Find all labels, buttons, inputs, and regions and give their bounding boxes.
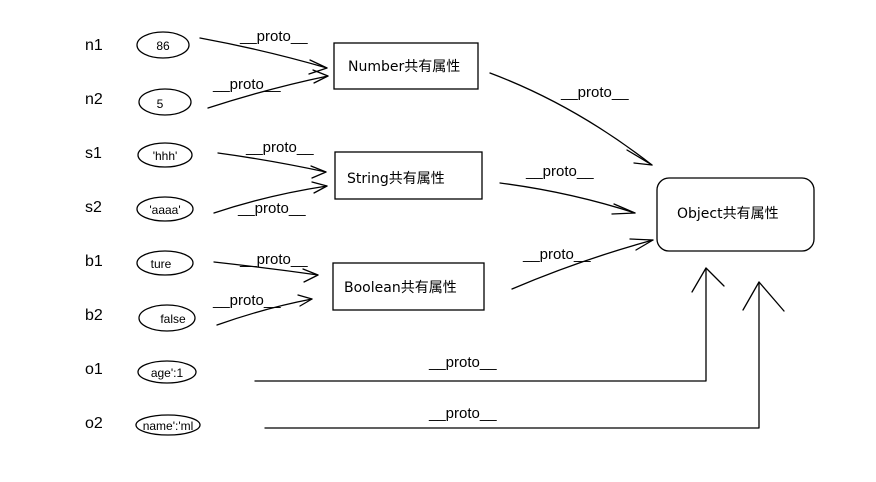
number-prototype-label: Number共有属性 <box>348 59 460 75</box>
proto-label-string-object: __proto__ <box>525 163 594 180</box>
proto-label-b2: __proto__ <box>212 292 281 309</box>
arrow-string-to-object <box>499 182 636 215</box>
value-text-b1: ture <box>151 257 172 271</box>
value-ellipse-n2 <box>138 88 192 116</box>
proto-label-n1: __proto__ <box>239 28 308 45</box>
value-text-o2: name':'ml <box>143 419 194 433</box>
string-prototype-label: String共有属性 <box>347 171 445 187</box>
proto-label-o1: __proto__ <box>428 354 497 371</box>
proto-label-s2: __proto__ <box>237 200 306 217</box>
var-name-s1: s1 <box>85 145 102 162</box>
arrow-s1-to-string <box>217 152 327 179</box>
proto-label-s1: __proto__ <box>245 139 314 156</box>
proto-label-number-object: __proto__ <box>560 84 629 101</box>
value-text-o1: age':1 <box>151 366 184 380</box>
boolean-prototype-label: Boolean共有属性 <box>344 280 457 296</box>
value-text-s1: 'hhh' <box>153 149 178 163</box>
var-name-n2: n2 <box>85 91 103 108</box>
proto-label-o2: __proto__ <box>428 405 497 422</box>
var-name-b1: b1 <box>85 253 103 270</box>
value-text-s2: 'aaaa' <box>149 203 180 217</box>
var-name-o1: o1 <box>85 361 103 378</box>
var-name-s2: s2 <box>85 199 102 216</box>
value-text-n1: 86 <box>156 39 170 53</box>
proto-label-boolean-object: __proto__ <box>522 246 591 263</box>
var-name-n1: n1 <box>85 37 103 54</box>
value-text-n2: 5 <box>157 97 164 111</box>
prototype-diagram: n1 n2 s1 s2 b1 b2 o1 o2 86 5 'hhh' 'aaaa… <box>85 28 815 436</box>
object-prototype-label: Object共有属性 <box>677 206 779 222</box>
proto-label-n2: __proto__ <box>212 76 281 93</box>
var-name-b2: b2 <box>85 307 103 324</box>
value-text-b2: false <box>160 312 186 326</box>
proto-label-b1: __proto__ <box>239 251 308 268</box>
var-name-o2: o2 <box>85 415 103 432</box>
